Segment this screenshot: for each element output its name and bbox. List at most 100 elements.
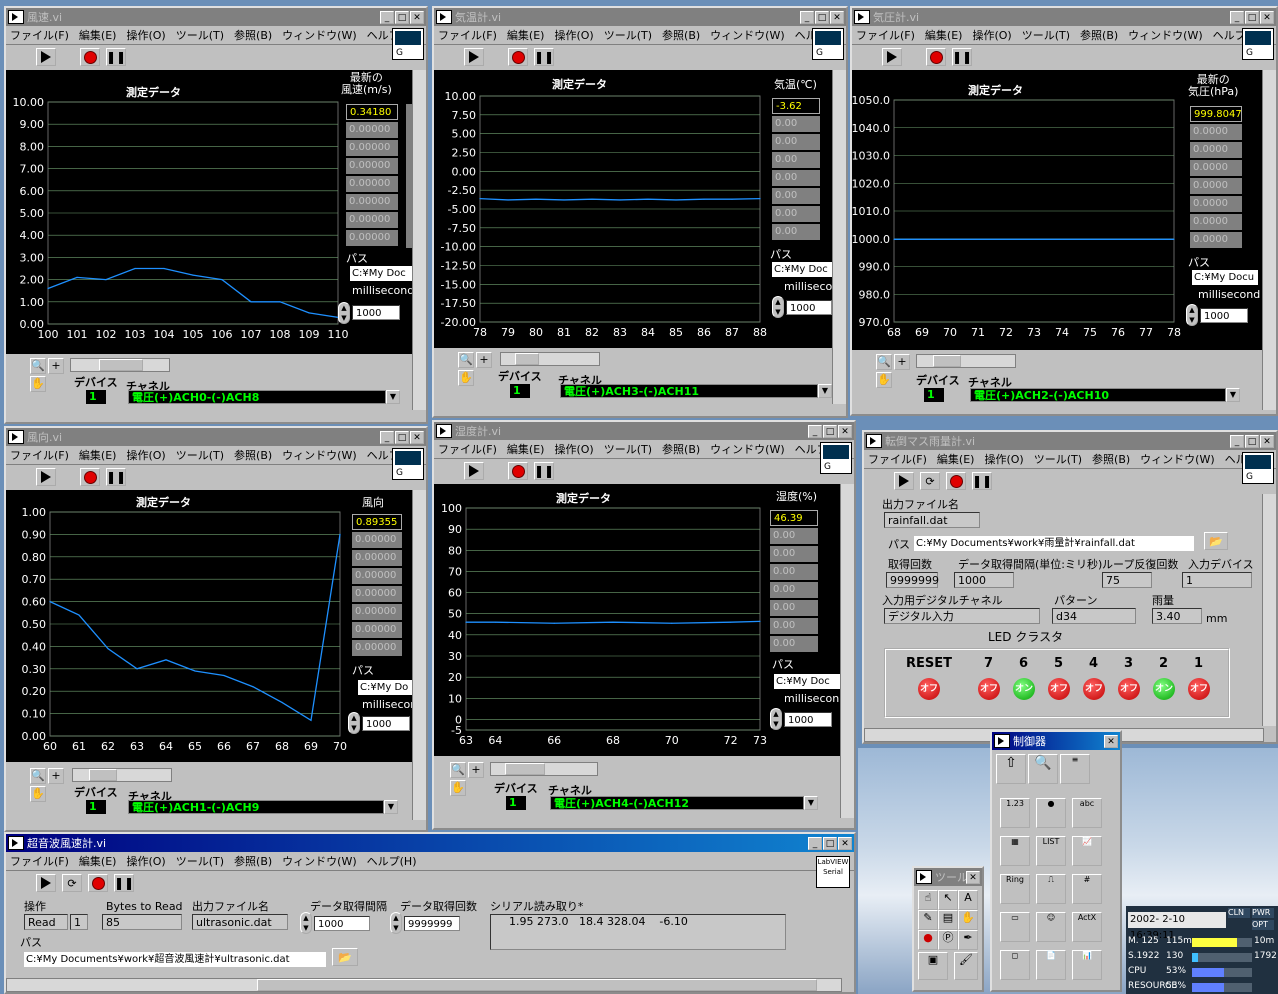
count-input[interactable]: 9999999 — [404, 916, 460, 931]
menu-browse[interactable]: 参照(B) — [234, 447, 272, 463]
graph-scrollbar[interactable] — [500, 352, 600, 366]
classic-controls-icon[interactable]: ☺ — [1036, 912, 1066, 942]
menu-file[interactable]: ファイル(F) — [856, 27, 915, 43]
device-input[interactable]: 1 — [86, 800, 106, 814]
pause-button[interactable]: ❚❚ — [972, 472, 992, 490]
title-bar[interactable]: 気温計.vi _ □ ✕ — [434, 8, 846, 26]
pan-tool[interactable]: ✋ — [450, 780, 466, 796]
indev-input[interactable]: 1 — [1182, 572, 1252, 588]
title-bar[interactable]: ツール ✕ — [914, 868, 982, 886]
title-bar[interactable]: 転倒マス雨量計.vi _ □ ✕ — [864, 432, 1276, 450]
zoom-tool[interactable]: 🔍 — [450, 762, 466, 778]
path-field[interactable]: C:¥My Doc — [772, 262, 834, 277]
device-input[interactable]: 1 — [506, 796, 526, 810]
maximize-button[interactable]: □ — [1245, 10, 1259, 24]
text-tool-icon[interactable]: A — [958, 890, 978, 910]
channel-dropdown[interactable]: ▼ — [1226, 388, 1240, 402]
ms-spinner[interactable]: ▲ ▼ — [770, 708, 782, 730]
channel-dropdown[interactable]: ▼ — [818, 384, 832, 398]
run-button[interactable] — [882, 48, 902, 66]
outfile-field[interactable]: ultrasonic.dat — [192, 914, 288, 930]
ms-spinner[interactable]: ▲ ▼ — [772, 296, 784, 318]
maximize-button[interactable]: □ — [815, 10, 829, 24]
window-pressure[interactable]: 気圧計.vi _ □ ✕ ファイル(F) 編集(E) 操作(O) ツール(T) 参照(B) ウィ… — [850, 6, 1278, 416]
pause-button[interactable]: ❚❚ — [106, 468, 126, 486]
device-input[interactable]: 1 — [86, 390, 106, 404]
close-button[interactable]: ✕ — [838, 424, 852, 438]
channel-dropdown[interactable]: ▼ — [804, 796, 818, 810]
minimize-button[interactable]: _ — [1230, 10, 1244, 24]
window-vscroll[interactable] — [840, 484, 854, 818]
menu-browse[interactable]: 参照(B) — [234, 853, 272, 869]
close-button[interactable]: ✕ — [830, 10, 844, 24]
brush-tool-icon[interactable]: 🖌 — [954, 952, 978, 980]
menu-operate[interactable]: 操作(O) — [126, 27, 165, 43]
device-input[interactable]: 1 — [924, 388, 944, 402]
menu-tools[interactable]: ツール(T) — [1034, 451, 1082, 467]
ms-input[interactable]: 1000 — [1200, 308, 1248, 323]
window-hscroll[interactable] — [6, 978, 842, 992]
minimize-button[interactable]: _ — [800, 10, 814, 24]
numeric-controls-icon[interactable]: 1.23 — [1000, 798, 1030, 828]
ms-spinner[interactable]: ▲ ▼ — [348, 712, 360, 734]
graph-scrollbar[interactable] — [916, 354, 1016, 368]
run-button[interactable] — [36, 874, 56, 892]
interval-spinner[interactable]: ▲ ▼ — [300, 912, 312, 934]
maximize-button[interactable]: □ — [1245, 434, 1259, 448]
menu-edit[interactable]: 編集(E) — [937, 451, 975, 467]
graph-scrollbar[interactable] — [72, 768, 172, 782]
run-continuously-button[interactable]: ⟳ — [920, 472, 940, 490]
title-bar[interactable]: 超音波風速計.vi _ □ ✕ — [6, 834, 854, 852]
ms-input[interactable]: 1000 — [786, 300, 832, 315]
menu-edit[interactable]: 編集(E) — [79, 853, 117, 869]
pause-button[interactable]: ❚❚ — [106, 48, 126, 66]
breakpoint-tool-icon[interactable]: ● — [918, 930, 938, 950]
browse-folder-button[interactable]: 📂 — [332, 948, 358, 966]
run-button[interactable] — [464, 462, 484, 480]
ring-enum-icon[interactable]: Ring — [1000, 874, 1030, 904]
minimize-button[interactable]: _ — [380, 10, 394, 24]
menu-file[interactable]: ファイル(F) — [438, 27, 497, 43]
menu-file[interactable]: ファイル(F) — [10, 27, 69, 43]
menu-tools[interactable]: ツール(T) — [604, 441, 652, 457]
title-bar[interactable]: 風速.vi _ □ ✕ — [6, 8, 426, 26]
menu-browse[interactable]: 参照(B) — [662, 27, 700, 43]
menu-operate[interactable]: 操作(O) — [972, 27, 1011, 43]
ms-spinner[interactable]: ▲ ▼ — [338, 302, 350, 324]
path-field[interactable]: C:¥My Doc — [350, 266, 414, 281]
close-button[interactable]: ✕ — [1260, 10, 1274, 24]
operate-tool-icon[interactable]: ☝ — [918, 890, 938, 910]
zoom-tool[interactable]: 🔍 — [30, 768, 46, 784]
menu-edit[interactable]: 編集(E) — [925, 27, 963, 43]
dchan-select[interactable]: デジタル入力 — [884, 608, 1040, 624]
wiring-tool-icon[interactable]: ✎ — [918, 910, 938, 930]
select-control-icon[interactable]: 📄 — [1036, 950, 1066, 980]
array-cluster-icon[interactable]: ▦ — [1000, 836, 1030, 866]
string-path-icon[interactable]: abc — [1072, 798, 1102, 828]
run-continuously-button[interactable]: ⟳ — [62, 874, 82, 892]
channel-select[interactable]: 電圧(+)ACH0-(-)ACH8 — [128, 390, 386, 404]
abort-button[interactable] — [926, 48, 946, 66]
pause-button[interactable]: ❚❚ — [952, 48, 972, 66]
pwr-button[interactable]: PWR — [1252, 908, 1274, 918]
run-button[interactable] — [464, 48, 484, 66]
position-tool-icon[interactable]: ↖ — [938, 890, 958, 910]
options-icon[interactable]: ≡ — [1060, 754, 1090, 784]
probe-tool-icon[interactable]: Ⓟ — [938, 930, 958, 950]
opt-button[interactable]: OPT — [1252, 920, 1274, 930]
window-humidity[interactable]: 湿度計.vi _ □ ✕ ファイル(F) 編集(E) 操作(O) ツール(T) 参照(B) ウィ… — [432, 420, 856, 830]
abort-button[interactable] — [80, 48, 100, 66]
channel-select[interactable]: 電圧(+)ACH1-(-)ACH9 — [128, 800, 384, 814]
interval-input[interactable]: 1000 — [954, 572, 1014, 588]
menu-window[interactable]: ウィンドウ(W) — [1140, 451, 1214, 467]
menu-file[interactable]: ファイル(F) — [10, 447, 69, 463]
maximize-button[interactable]: □ — [823, 836, 837, 850]
path-field[interactable]: C:¥My Doc — [774, 674, 840, 689]
close-button[interactable]: ✕ — [410, 430, 424, 444]
menu-operate[interactable]: 操作(O) — [126, 853, 165, 869]
close-button[interactable]: ✕ — [1260, 434, 1274, 448]
close-button[interactable]: ✕ — [966, 870, 980, 884]
menu-operate[interactable]: 操作(O) — [984, 451, 1023, 467]
browse-folder-button[interactable]: 📂 — [1204, 532, 1228, 550]
menu-tools[interactable]: ツール(T) — [1022, 27, 1070, 43]
